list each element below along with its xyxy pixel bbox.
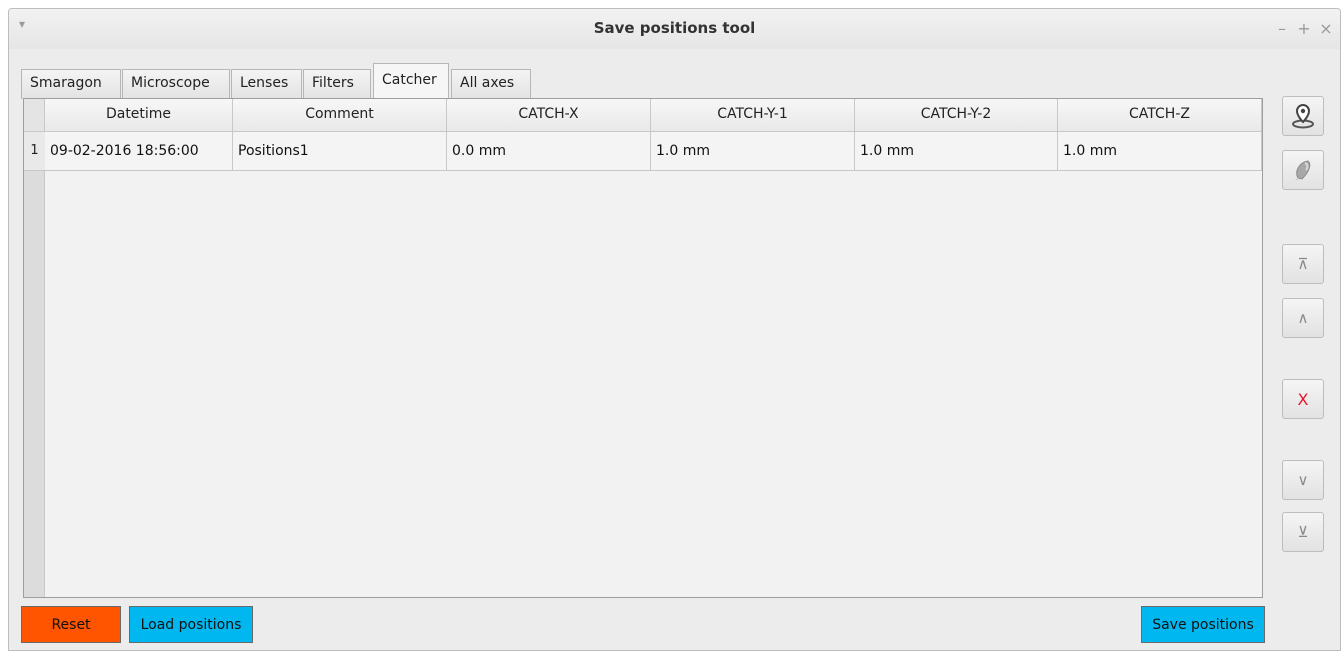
move-top-icon: ⊼ bbox=[1297, 255, 1309, 273]
move-bottom-button[interactable]: ⊻ bbox=[1282, 512, 1324, 552]
tab-lenses[interactable]: Lenses bbox=[231, 69, 302, 99]
table-cell-catch-x[interactable]: 0.0 mm bbox=[447, 132, 651, 171]
chevron-down-icon: ∨ bbox=[1297, 471, 1309, 489]
save-positions-window: ▾ Save positions tool – + × Smaragon Mic… bbox=[8, 8, 1341, 651]
move-up-button[interactable]: ∧ bbox=[1282, 298, 1324, 338]
move-bottom-icon: ⊻ bbox=[1297, 523, 1309, 541]
row-header[interactable]: 1 bbox=[24, 132, 45, 171]
tab-microscope[interactable]: Microscope bbox=[122, 69, 230, 99]
go-to-position-button[interactable] bbox=[1282, 150, 1324, 190]
table-cell-catch-y-1[interactable]: 1.0 mm bbox=[651, 132, 855, 171]
table-cell-catch-z[interactable]: 1.0 mm bbox=[1058, 132, 1262, 171]
positions-table: Datetime Comment CATCH-X CATCH-Y-1 CATCH… bbox=[23, 98, 1263, 598]
delete-icon: X bbox=[1297, 389, 1309, 409]
tab-all-axes[interactable]: All axes bbox=[451, 69, 531, 99]
save-positions-button[interactable]: Save positions bbox=[1141, 606, 1265, 643]
maximize-button[interactable]: + bbox=[1296, 19, 1312, 38]
table-corner[interactable] bbox=[24, 99, 45, 132]
minimize-button[interactable]: – bbox=[1274, 19, 1290, 38]
load-positions-button[interactable]: Load positions bbox=[129, 606, 253, 643]
column-header-datetime[interactable]: Datetime bbox=[45, 99, 233, 132]
table-cell-comment[interactable]: Positions1 bbox=[233, 132, 447, 171]
column-header-catch-x[interactable]: CATCH-X bbox=[447, 99, 651, 132]
row-header-column bbox=[24, 132, 45, 597]
column-header-catch-y-1[interactable]: CATCH-Y-1 bbox=[651, 99, 855, 132]
table-cell-catch-y-2[interactable]: 1.0 mm bbox=[855, 132, 1058, 171]
tab-filters[interactable]: Filters bbox=[303, 69, 371, 99]
probe-icon bbox=[1295, 160, 1311, 181]
tab-catcher[interactable]: Catcher bbox=[373, 63, 449, 100]
column-header-catch-z[interactable]: CATCH-Z bbox=[1058, 99, 1262, 132]
close-button[interactable]: × bbox=[1318, 19, 1334, 38]
move-down-button[interactable]: ∨ bbox=[1282, 460, 1324, 500]
column-header-comment[interactable]: Comment bbox=[233, 99, 447, 132]
tab-smaragon[interactable]: Smaragon bbox=[21, 69, 121, 99]
move-top-button[interactable]: ⊼ bbox=[1282, 244, 1324, 284]
column-header-catch-y-2[interactable]: CATCH-Y-2 bbox=[855, 99, 1058, 132]
map-pin-icon bbox=[1292, 103, 1314, 129]
title-bar: ▾ Save positions tool – + × bbox=[9, 9, 1340, 49]
load-here-button[interactable] bbox=[1282, 96, 1324, 136]
window-title: Save positions tool bbox=[593, 19, 756, 37]
reset-button[interactable]: Reset bbox=[21, 606, 121, 643]
table-cell-datetime[interactable]: 09-02-2016 18:56:00 bbox=[45, 132, 233, 171]
chevron-up-icon: ∧ bbox=[1297, 309, 1309, 327]
delete-button[interactable]: X bbox=[1282, 379, 1324, 419]
